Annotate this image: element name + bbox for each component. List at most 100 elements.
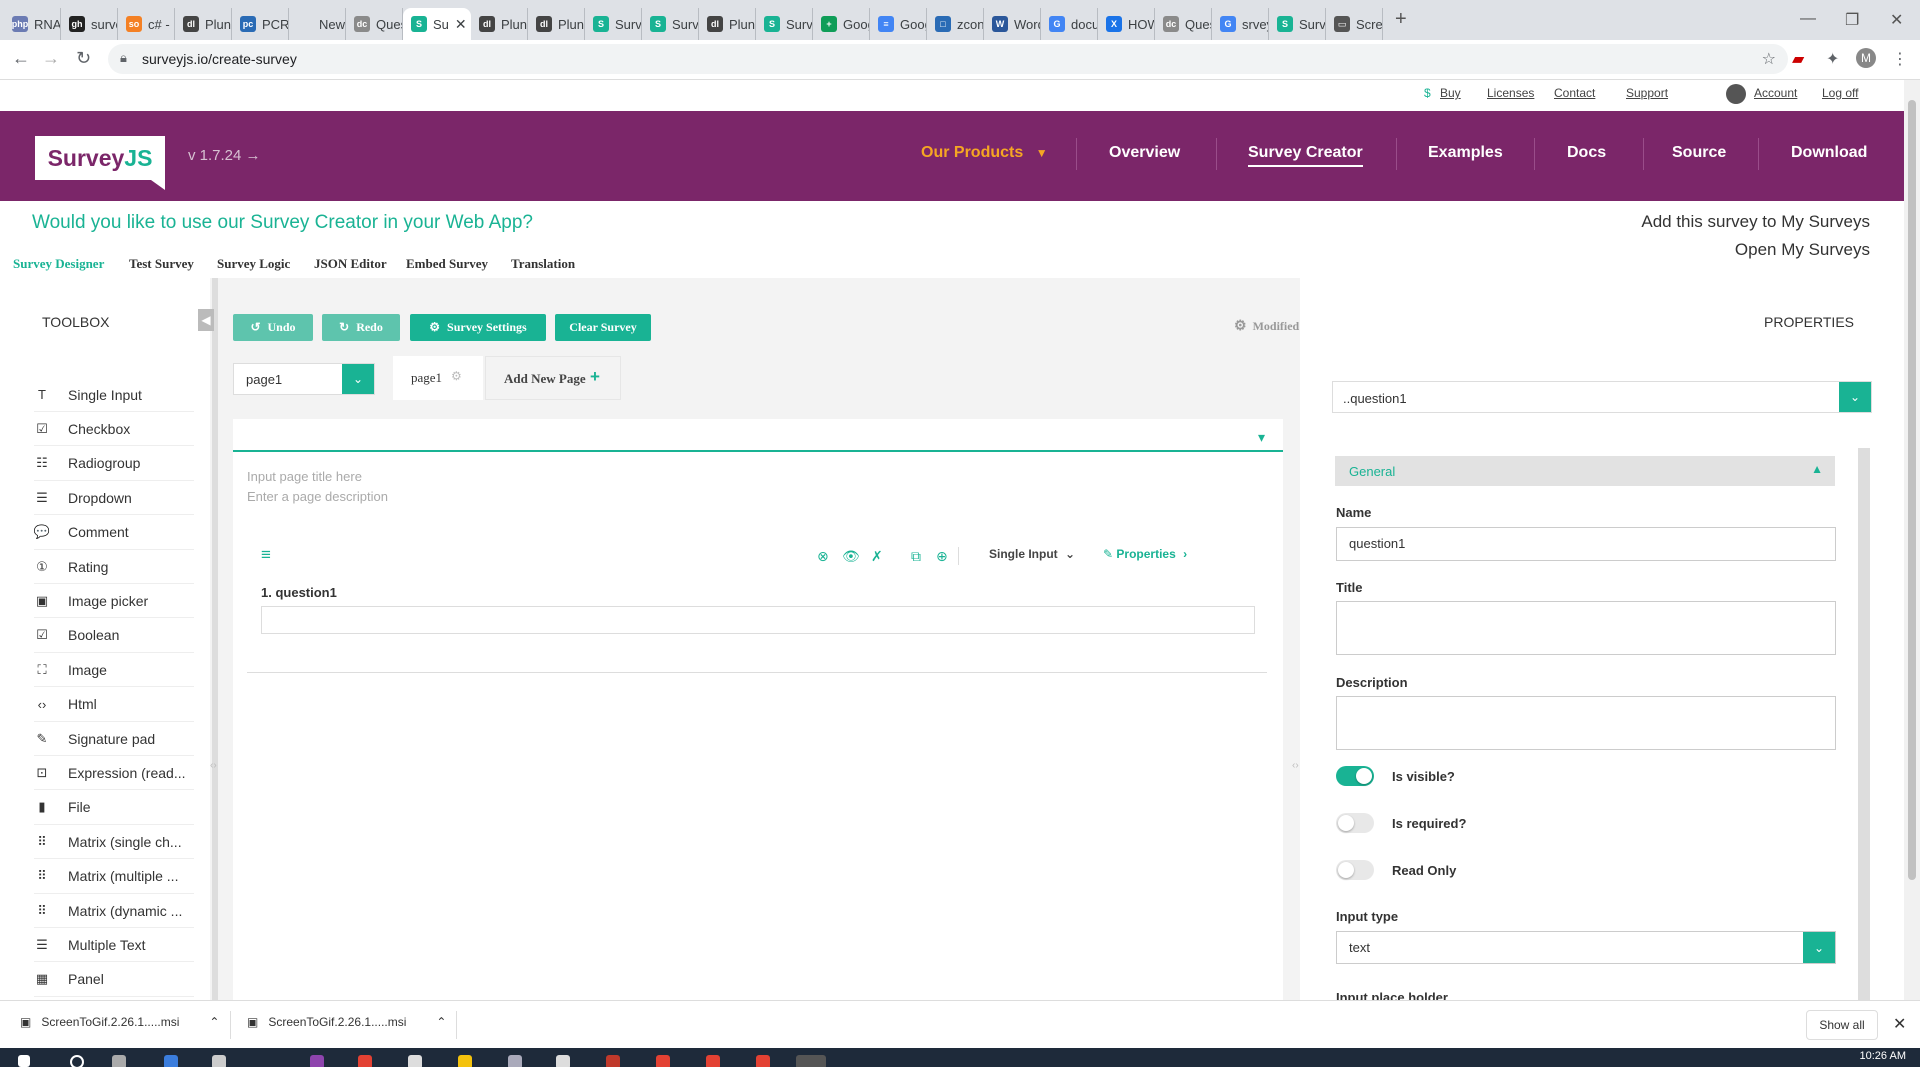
resize-handle-icon[interactable]: ‹› xyxy=(1292,760,1299,771)
input-type-select[interactable]: text ⌄ xyxy=(1336,931,1836,964)
properties-scrollbar[interactable] xyxy=(1858,448,1870,1000)
browser-tab[interactable]: + Goog xyxy=(813,8,870,40)
question-properties-link[interactable]: ✎ Properties › xyxy=(1103,547,1187,561)
show-all-downloads-button[interactable]: Show all xyxy=(1806,1010,1878,1040)
eye-icon[interactable]: 👁︎ xyxy=(842,548,860,565)
browser-tab[interactable]: S Surve xyxy=(756,8,813,40)
copy-icon[interactable]: ⧉ xyxy=(911,548,921,565)
browser-tab[interactable]: dl Plunk xyxy=(471,8,528,40)
screentogif-icon[interactable] xyxy=(796,1055,826,1067)
page-title-placeholder[interactable]: Input page title here xyxy=(247,469,362,484)
support-link[interactable]: Support xyxy=(1626,86,1668,100)
browser-tab[interactable]: New Tab xyxy=(289,8,346,40)
url-text[interactable]: surveyjs.io/create-survey xyxy=(142,51,297,67)
tab-survey-logic[interactable]: Survey Logic xyxy=(217,256,290,272)
toolbox-item[interactable]: ⛶ Image xyxy=(34,653,194,688)
browser-tab[interactable]: dl Plunk xyxy=(699,8,756,40)
extensions-icon[interactable]: ✦ xyxy=(1826,49,1839,69)
menu-dots-icon[interactable]: ⋮ xyxy=(1892,49,1908,69)
browser-tab[interactable]: dl Plunk xyxy=(175,8,232,40)
delete-icon[interactable]: ⊗ xyxy=(817,548,829,565)
page-selector[interactable]: page1 ⌄ xyxy=(233,363,375,395)
browser-tab[interactable]: pc PCRB xyxy=(232,8,289,40)
add-to-toolbox-icon[interactable]: ⊕ xyxy=(936,548,948,565)
tab-embed-survey[interactable]: Embed Survey xyxy=(406,256,488,272)
chrome-icon[interactable] xyxy=(756,1055,770,1067)
toolbox-item[interactable]: ☰ Multiple Text xyxy=(34,928,194,963)
browser-tab[interactable]: W Word xyxy=(984,8,1041,40)
browser-tab[interactable]: X HOW xyxy=(1098,8,1155,40)
browser-tab[interactable]: S Surve xyxy=(1269,8,1326,40)
page-description-placeholder[interactable]: Enter a page description xyxy=(247,489,388,504)
pdf-extension-icon[interactable]: ▰ xyxy=(1792,49,1804,69)
download-item[interactable]: ▣ ScreenToGif.2.26.1.....msi ⌃ xyxy=(20,1015,219,1029)
general-section-header[interactable]: General ▲ xyxy=(1335,456,1835,486)
drag-handle-icon[interactable]: ≡ xyxy=(261,545,271,565)
survey-settings-button[interactable]: ⚙ Survey Settings xyxy=(410,314,546,341)
browser-tab[interactable]: ▭ Scree xyxy=(1326,8,1383,40)
buy-link[interactable]: Buy xyxy=(1440,86,1461,100)
clear-survey-button[interactable]: Clear Survey xyxy=(555,314,651,341)
question-card[interactable]: ≡ ⊗ 👁︎ ✗ ⧉ ⊕ Single Input ⌄ ✎ Properties… xyxy=(247,525,1267,673)
chevron-up-icon[interactable]: ⌃ xyxy=(209,1015,219,1029)
tab-translation[interactable]: Translation xyxy=(511,256,575,272)
nav-overview[interactable]: Overview xyxy=(1109,144,1180,162)
description-textarea[interactable] xyxy=(1336,696,1836,750)
forward-icon[interactable]: → xyxy=(42,48,60,69)
is-required-toggle[interactable] xyxy=(1336,813,1374,833)
toolbox-item[interactable]: ☑ Boolean xyxy=(34,619,194,653)
question-type-select[interactable]: Single Input ⌄ xyxy=(989,547,1075,561)
surveyjs-logo[interactable]: Survey JS xyxy=(35,136,165,190)
toolbox-scrollbar[interactable] xyxy=(212,278,218,1000)
account-link[interactable]: Account xyxy=(1754,86,1797,100)
chrome-icon[interactable] xyxy=(656,1055,670,1067)
file-explorer-icon[interactable] xyxy=(458,1055,472,1067)
page-scrollbar[interactable] xyxy=(1904,80,1920,1000)
toolbox-item[interactable]: ☷ Radiogroup xyxy=(34,447,194,481)
toolbox-item[interactable]: ⊡ Expression (read... xyxy=(34,756,194,791)
contact-link[interactable]: Contact xyxy=(1554,86,1595,100)
browser-tab[interactable]: php RNA xyxy=(4,8,61,40)
open-my-surveys-link[interactable]: Open My Surveys xyxy=(1735,240,1870,260)
star-icon[interactable]: ☆ xyxy=(1762,49,1776,69)
is-visible-toggle[interactable] xyxy=(1336,766,1374,786)
question-title[interactable]: 1. question1 xyxy=(261,585,337,600)
app-icon[interactable] xyxy=(508,1055,522,1067)
omnibox[interactable]: 🔒︎ surveyjs.io/create-survey ☆ xyxy=(108,44,1788,74)
page-scrollbar-thumb[interactable] xyxy=(1908,100,1916,880)
search-icon[interactable] xyxy=(70,1055,84,1067)
tab-survey-designer[interactable]: Survey Designer xyxy=(13,256,104,272)
close-tab-icon[interactable]: ✕ xyxy=(455,16,467,33)
nav-our-products[interactable]: Our Products ▼ xyxy=(921,144,1048,162)
app-icon[interactable] xyxy=(556,1055,570,1067)
terminal-icon[interactable] xyxy=(408,1055,422,1067)
restore-icon[interactable]: ❐ xyxy=(1845,10,1859,30)
app-icon[interactable] xyxy=(606,1055,620,1067)
chevron-up-icon[interactable]: ⌃ xyxy=(436,1015,446,1029)
version-link[interactable]: v 1.7.24 → xyxy=(188,147,261,164)
toolbox-item[interactable]: 💬 Comment xyxy=(34,516,194,550)
browser-tab[interactable]: S Su ✕ xyxy=(403,8,471,40)
toolbox-item[interactable]: ▣ Image picker xyxy=(34,584,194,619)
required-icon[interactable]: ✗ xyxy=(871,548,883,565)
object-selector[interactable]: ..question1 ⌄ xyxy=(1332,381,1872,413)
toolbox-item[interactable]: ① Rating xyxy=(34,550,194,584)
browser-tab[interactable]: ≡ Goog xyxy=(870,8,927,40)
toolbox-item[interactable]: ▮ File xyxy=(34,791,194,825)
collapse-toolbox-icon[interactable]: ◀ xyxy=(198,309,214,331)
visual-studio-icon[interactable] xyxy=(310,1055,324,1067)
task-view-icon[interactable] xyxy=(112,1055,126,1067)
toolbox-item[interactable]: ⠿ Matrix (multiple ... xyxy=(34,860,194,894)
toolbox-item[interactable]: ‹› Html xyxy=(34,688,194,722)
browser-tab[interactable]: dc Quest xyxy=(346,8,403,40)
nav-examples[interactable]: Examples xyxy=(1428,144,1503,162)
page-tab-page1[interactable]: page1 ⚙ xyxy=(393,356,483,400)
close-icon[interactable]: ✕ xyxy=(1893,1014,1906,1034)
promo-link[interactable]: Would you like to use our Survey Creator… xyxy=(32,212,533,234)
browser-tab[interactable]: □ zcons xyxy=(927,8,984,40)
redo-button[interactable]: ↻ Redo xyxy=(322,314,400,341)
read-only-toggle[interactable] xyxy=(1336,860,1374,880)
gear-icon[interactable]: ⚙ xyxy=(451,369,462,383)
toolbox-item[interactable]: ☰ Dropdown xyxy=(34,481,194,516)
browser-tab[interactable]: dl Plunk xyxy=(528,8,585,40)
